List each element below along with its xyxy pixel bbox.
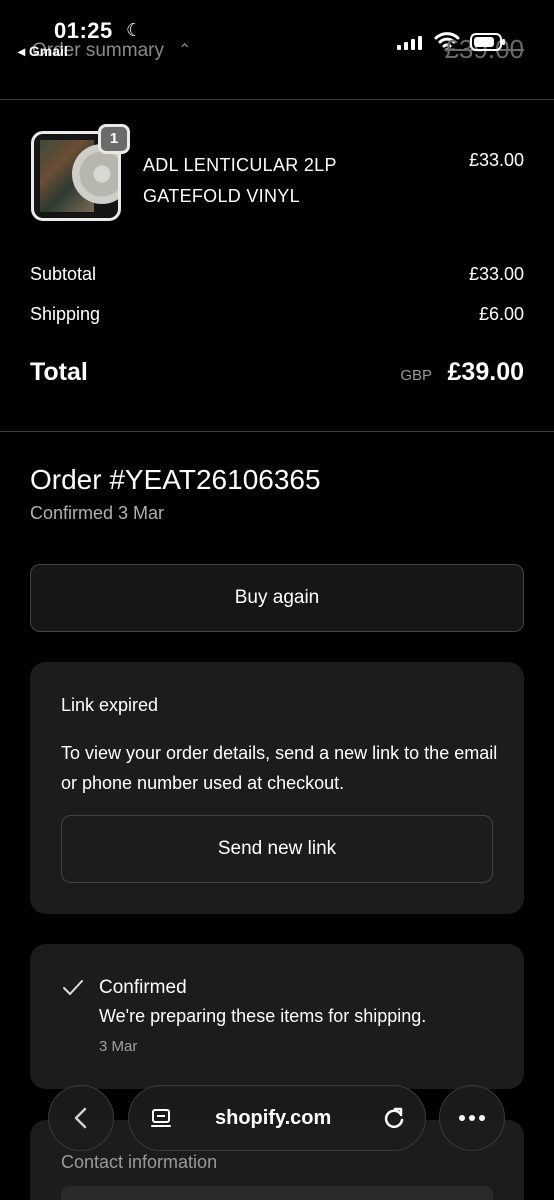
product-title: ADL LENTICULAR 2LP GATEFOLD VINYL bbox=[143, 150, 403, 212]
product-price: £33.00 bbox=[468, 150, 524, 170]
total-value: £39.00 bbox=[447, 358, 524, 386]
checkmark-icon bbox=[63, 980, 83, 995]
signal-icon bbox=[397, 36, 422, 50]
order-confirmed-date: Confirmed 3 Mar bbox=[30, 503, 165, 523]
quantity-badge: 1 bbox=[98, 124, 130, 154]
more-options-button[interactable] bbox=[439, 1085, 505, 1151]
back-to-app-link[interactable]: ◂ Gmail bbox=[18, 43, 68, 60]
order-status-card: Confirmed We're preparing these items fo… bbox=[30, 944, 524, 1089]
caret-up-icon[interactable]: ⌃ bbox=[178, 40, 191, 60]
link-expired-card: Link expired To view your order details,… bbox=[30, 662, 524, 914]
divider bbox=[0, 431, 554, 432]
currency-code: GBP bbox=[400, 367, 432, 384]
total-label: Total bbox=[30, 358, 88, 386]
status-date: 3 Mar bbox=[99, 1038, 138, 1055]
contact-field bbox=[61, 1186, 493, 1200]
more-icon bbox=[459, 1115, 485, 1121]
address-bar[interactable]: shopify.com bbox=[128, 1085, 426, 1151]
product-title-line1: ADL LENTICULAR 2LP bbox=[143, 155, 337, 175]
product-title-line2: GATEFOLD VINYL bbox=[143, 186, 300, 206]
battery-icon bbox=[470, 33, 505, 51]
moon-icon: ☾ bbox=[126, 20, 143, 40]
reader-icon[interactable] bbox=[149, 1107, 173, 1131]
link-expired-title: Link expired bbox=[61, 695, 159, 715]
shipping-value: £6.00 bbox=[478, 304, 524, 324]
browser-back-button[interactable] bbox=[48, 1085, 114, 1151]
status-message: We're preparing these items for shipping… bbox=[99, 1006, 427, 1026]
url-text[interactable]: shopify.com bbox=[215, 1107, 331, 1130]
shipping-label: Shipping bbox=[30, 304, 101, 324]
back-arrow-icon bbox=[74, 1107, 87, 1129]
reload-icon[interactable] bbox=[381, 1105, 407, 1131]
order-number: Order #YEAT26106365 bbox=[30, 464, 321, 495]
contact-information-title: Contact information bbox=[61, 1152, 218, 1172]
status-bar: 01:25 ☾ Order summary ◂ Gmail ⌃ £39.00 bbox=[0, 0, 554, 100]
buy-again-button[interactable]: Buy again bbox=[30, 564, 524, 632]
subtotal-value: £33.00 bbox=[468, 264, 524, 284]
status-title: Confirmed bbox=[99, 977, 187, 998]
send-new-link-button[interactable]: Send new link bbox=[61, 815, 493, 883]
subtotal-label: Subtotal bbox=[30, 264, 97, 284]
link-expired-message: To view your order details, send a new l… bbox=[61, 743, 498, 793]
